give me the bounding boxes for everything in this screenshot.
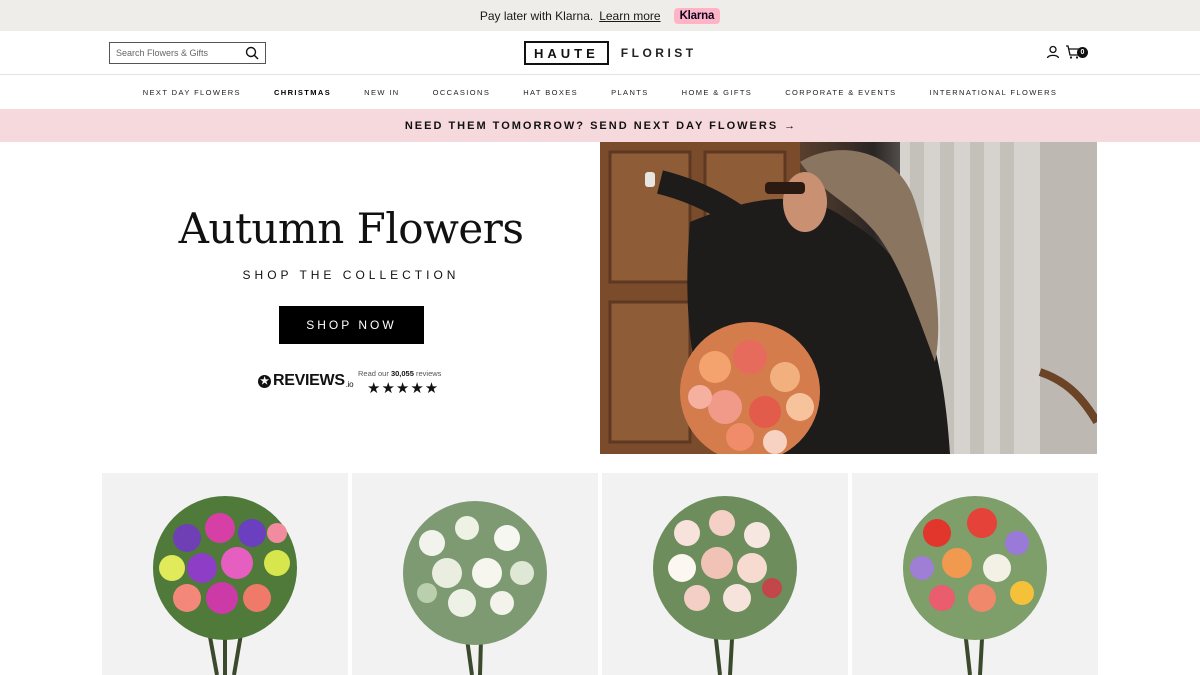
product-card[interactable] bbox=[102, 473, 348, 675]
reviews-prefix: Read our bbox=[358, 369, 389, 378]
reviews-brand-suffix: .io bbox=[345, 379, 354, 389]
klarna-text: Pay later with Klarna. bbox=[479, 8, 594, 23]
product-card[interactable] bbox=[852, 473, 1098, 675]
product-card[interactable] bbox=[602, 473, 848, 675]
product-image bbox=[153, 496, 297, 675]
nav-hat-boxes[interactable]: HAT BOXES bbox=[507, 88, 595, 97]
search-input[interactable] bbox=[116, 48, 236, 58]
product-image bbox=[403, 501, 547, 675]
product-image bbox=[903, 496, 1047, 675]
product-card[interactable] bbox=[352, 473, 598, 675]
hero-content: Autumn Flowers SHOP THE COLLECTION SHOP … bbox=[102, 142, 600, 454]
nav-occasions[interactable]: OCCASIONS bbox=[416, 88, 507, 97]
rating-stars: ★★★★★ bbox=[367, 380, 440, 397]
cart-count-badge: 0 bbox=[1077, 47, 1088, 58]
logo-haute: HAUTE bbox=[524, 41, 609, 65]
learn-more-link[interactable]: Learn more bbox=[599, 9, 660, 23]
arrow-right-icon: → bbox=[784, 119, 796, 132]
logo-florist: FLORIST bbox=[620, 46, 697, 60]
reviews-brand: REVIEWS bbox=[273, 372, 345, 389]
reviews-suffix: reviews bbox=[416, 369, 442, 378]
site-header: HAUTE FLORIST 0 bbox=[0, 31, 1200, 75]
klarna-logo: Klarna bbox=[673, 7, 721, 24]
reviews-io-logo[interactable]: ★ REVIEWS .io bbox=[258, 372, 354, 390]
reviews-count: 30,055 bbox=[390, 369, 414, 378]
shop-now-button[interactable]: SHOP NOW bbox=[279, 306, 424, 344]
nav-christmas[interactable]: CHRISTMAS bbox=[257, 88, 347, 97]
hero-title: Autumn Flowers bbox=[178, 204, 524, 253]
nav-corporate-events[interactable]: CORPORATE & EVENTS bbox=[769, 88, 913, 97]
nav-new-in[interactable]: NEW IN bbox=[348, 88, 416, 97]
main-nav: NEXT DAY FLOWERS CHRISTMAS NEW IN OCCASI… bbox=[0, 75, 1200, 109]
reviews-summary[interactable]: Read our 30,055 reviews bbox=[358, 369, 441, 378]
nav-plants[interactable]: PLANTS bbox=[595, 88, 666, 97]
next-day-promo-banner[interactable]: NEED THEM TOMORROW? SEND NEXT DAY FLOWER… bbox=[0, 109, 1200, 142]
promo-text: NEED THEM TOMORROW? SEND NEXT DAY FLOWER… bbox=[404, 119, 779, 132]
product-image bbox=[653, 496, 797, 675]
hero-subtitle: SHOP THE COLLECTION bbox=[242, 268, 460, 282]
klarna-bar: Pay later with Klarna. Learn more Klarna bbox=[0, 0, 1200, 31]
search-icon[interactable] bbox=[245, 46, 259, 60]
hero-image[interactable] bbox=[600, 142, 1097, 454]
hero-illustration bbox=[600, 142, 1097, 454]
nav-international-flowers[interactable]: INTERNATIONAL FLOWERS bbox=[913, 88, 1074, 97]
nav-next-day-flowers[interactable]: NEXT DAY FLOWERS bbox=[126, 88, 257, 97]
nav-home-gifts[interactable]: HOME & GIFTS bbox=[665, 88, 769, 97]
reviews-star-icon: ★ bbox=[258, 374, 271, 388]
site-logo[interactable]: HAUTE FLORIST bbox=[524, 41, 697, 65]
search-box[interactable] bbox=[109, 42, 266, 64]
account-icon[interactable] bbox=[1046, 45, 1060, 59]
